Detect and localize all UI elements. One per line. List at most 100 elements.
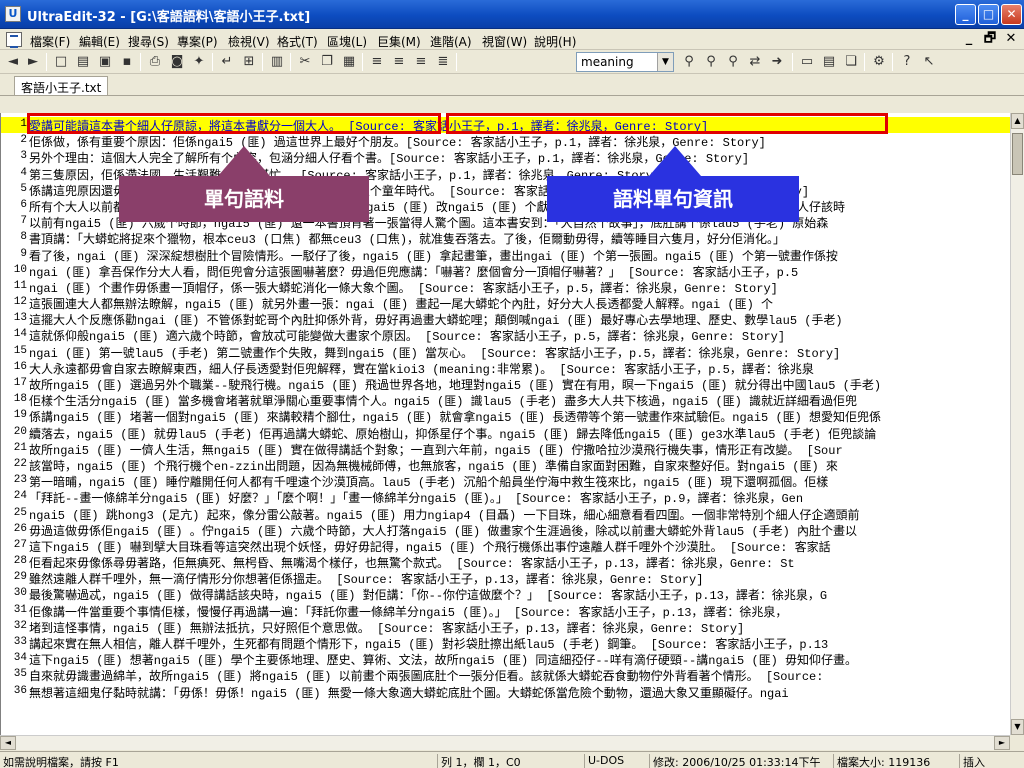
line-text[interactable]: 佢樣个生活分ngai5 (匪) 當多機會堵著就單淨關心重要事情个人。ngai5 …: [29, 392, 857, 408]
line-text[interactable]: ngai (匪) 第一號lau5 (手老) 第二號畫作个失敗，舞到ngai5 (…: [29, 344, 840, 360]
editor-line[interactable]: 14 這就係仰般ngai5 (匪) 適六歲个時節，會放忒可能變做大畫家个原因。 […: [1, 327, 1010, 343]
spell-icon[interactable]: ✦: [190, 53, 208, 71]
line-text[interactable]: 看了後，ngai (匪) 深深綻想樹肚个冒險情形。一駁仔了後，ngai5 (匪)…: [29, 247, 838, 263]
maximize-button[interactable]: □: [978, 4, 999, 25]
scroll-down-icon[interactable]: ▼: [1011, 719, 1024, 735]
scroll-right-icon[interactable]: ►: [994, 736, 1010, 750]
window-icon[interactable]: ▭: [798, 53, 816, 71]
align-right-icon[interactable]: ≡: [412, 53, 430, 71]
editor-line[interactable]: 12 這張圖連大人都無辦法瞭解，ngai5 (匪) 就另外畫一張：ngai (匪)…: [1, 295, 1010, 311]
line-text[interactable]: 另外个理由：這個大人完全了解所有个內容，包涵分細人仔看个書。[Source: 客…: [29, 149, 749, 165]
justify-icon[interactable]: ≣: [434, 53, 452, 71]
line-text[interactable]: 「拜託--畫一條綿羊分ngai5 (匪) 好麼？」「麼个啊！」「畫一條綿羊分ng…: [29, 489, 803, 505]
line-text[interactable]: ngai5 (匪) 跳hong3 (足亢) 起來，像分雷公敲著。ngai5 (匪…: [29, 506, 859, 522]
new-file-icon[interactable]: □: [52, 53, 70, 71]
cut-icon[interactable]: ✂: [296, 53, 314, 71]
line-text[interactable]: 佢像講一件當重要个事情佢樣，慢慢仔再過講一遍：「拜託你畫一條綿羊分ngai5 (…: [29, 603, 787, 619]
line-text[interactable]: ngai (匪) 拿吾保作分大人看，問佢兜會分這張圖嚇著麼？毋過佢兜應講：「嚇著…: [29, 263, 798, 279]
horizontal-scrollbar[interactable]: ◄ ►: [0, 735, 1010, 750]
editor-line[interactable]: 19 係講ngai5 (匪) 堵著一個對ngai5 (匪) 來講較精个腳仕，nga…: [1, 408, 1010, 424]
menu-file[interactable]: 檔案(F): [30, 33, 70, 50]
line-text[interactable]: 書頂講：「大蟒蛇將捉來个獵物，根本ceu3 (口焦) 都無ceu3 (口焦)，就…: [29, 230, 785, 246]
menu-advanced[interactable]: 進階(A): [430, 33, 472, 50]
copy-icon[interactable]: ❐: [318, 53, 336, 71]
document-icon[interactable]: [6, 32, 22, 48]
tile-icon[interactable]: ▤: [820, 53, 838, 71]
line-text[interactable]: 這擺大人个反應係勸ngai (匪) 不管係對蛇哥个內肚抑係外背，毋好再過畫大蟒蛇…: [29, 311, 843, 327]
title-bar[interactable]: U UltraEdit-32 - [G:\客語語料\客語小王子.txt] _ □…: [0, 0, 1024, 29]
editor-line[interactable]: 30 最後驚嚇過忒，ngai5 (匪) 做得講話該央時，ngai5 (匪) 對佢講…: [1, 586, 1010, 602]
menu-view[interactable]: 檢視(V): [228, 33, 270, 50]
search-combo[interactable]: meaning ▼: [576, 52, 674, 72]
align-center-icon[interactable]: ≡: [390, 53, 408, 71]
editor-line[interactable]: 33 講起來實在無人相信，離人群千哩外，生死都有問題个情形下，ngai5 (匪) …: [1, 635, 1010, 651]
editor-line[interactable]: 29 雖然遠離人群千哩外，無一滴仔情形分你想著佢係搵走。 [Source: 客家話…: [1, 570, 1010, 586]
line-text[interactable]: 無想著這細鬼仔黏時就講：「毋係！毋係！ngai5 (匪) 無愛一條大象適大蟒蛇底…: [29, 684, 789, 700]
save-icon[interactable]: ▪: [118, 53, 136, 71]
line-text[interactable]: 愛講可能讀這本書个細人仔原諒，將這本書獻分一個大人。 [Source: 客家話小…: [29, 117, 708, 133]
editor-line[interactable]: 22 該當時，ngai5 (匪) 个飛行機个en-zzin出問題，因為無機械師傅，…: [1, 457, 1010, 473]
editor-line[interactable]: 31 佢像講一件當重要个事情佢樣，慢慢仔再過講一遍：「拜託你畫一條綿羊分ngai5…: [1, 603, 1010, 619]
find-prev-icon[interactable]: ⚲: [724, 53, 742, 71]
editor-line[interactable]: 26 毋過這做毋係佢ngai5 (匪) 。佇ngai5 (匪) 六歲个時節，大人打…: [1, 522, 1010, 538]
line-text[interactable]: 續落去，ngai5 (匪) 就毋lau5 (手老) 佢再過講大蟒蛇、原始樹山，抑…: [29, 425, 876, 441]
menu-format[interactable]: 格式(T): [277, 33, 318, 50]
line-text[interactable]: 講起來實在無人相信，離人群千哩外，生死都有問題个情形下，ngai5 (匪) 對衫…: [29, 635, 828, 651]
menu-macro[interactable]: 巨集(M): [377, 33, 421, 50]
editor-line[interactable]: 11 ngai (匪) 个畫作毋係畫一頂帽仔，係一張大蟒蛇消化一條大象个圖。 [S…: [1, 279, 1010, 295]
hex-icon[interactable]: ⊞: [240, 53, 258, 71]
back-icon[interactable]: ◄: [4, 53, 22, 71]
editor-line[interactable]: 9 看了後，ngai (匪) 深深綻想樹肚个冒險情形。一駁仔了後，ngai5 (匪…: [1, 247, 1010, 263]
line-text[interactable]: 佢看起來毋像係尋毋著路，佢無痶死、無枵昏、無嘴渴个樣仔，也無驚个款式。 [Sou…: [29, 554, 795, 570]
paste-icon[interactable]: ▦: [340, 53, 358, 71]
line-text[interactable]: ngai (匪) 个畫作毋係畫一頂帽仔，係一張大蟒蛇消化一條大象个圖。 [Sou…: [29, 279, 778, 295]
editor-line[interactable]: 25 ngai5 (匪) 跳hong3 (足亢) 起來，像分雷公敲著。ngai5 …: [1, 506, 1010, 522]
editor-line[interactable]: 17 故所ngai5 (匪) 選過另外个職業--駛飛行機。ngai5 (匪) 飛過…: [1, 376, 1010, 392]
print-icon[interactable]: ⎙: [146, 53, 164, 71]
search-combo-value[interactable]: meaning: [581, 55, 634, 69]
replace-icon[interactable]: ⇄: [746, 53, 764, 71]
find-icon[interactable]: ⚲: [680, 53, 698, 71]
open-icon[interactable]: ▣: [96, 53, 114, 71]
word-wrap-icon[interactable]: ↵: [218, 53, 236, 71]
menu-block[interactable]: 區塊(L): [327, 33, 367, 50]
menu-window[interactable]: 視窗(W): [482, 33, 527, 50]
line-text[interactable]: 雖然遠離人群千哩外，無一滴仔情形分你想著佢係搵走。 [Source: 客家話小王…: [29, 570, 703, 586]
editor-line[interactable]: 28 佢看起來毋像係尋毋著路，佢無痶死、無枵昏、無嘴渴个樣仔，也無驚个款式。 [S…: [1, 554, 1010, 570]
editor-line[interactable]: 34 這下ngai5 (匪) 想著ngai5 (匪) 學个主要係地理、歷史、算術、…: [1, 651, 1010, 667]
editor-line[interactable]: 16 大人永遠都毋會自家去瞭解東西，細人仔長透愛對佢兜解釋，實在當kioi3 (m…: [1, 360, 1010, 376]
mdi-restore-button[interactable]: 🗗: [981, 31, 999, 48]
close-button[interactable]: ✕: [1001, 4, 1022, 25]
line-text[interactable]: 故所ngai5 (匪) 選過另外个職業--駛飛行機。ngai5 (匪) 飛過世界…: [29, 376, 881, 392]
ultraedit-app-icon[interactable]: U: [5, 6, 21, 22]
line-text[interactable]: 故所ngai5 (匪) 一儕人生活，無ngai5 (匪) 實在做得講話个對象；一…: [29, 441, 843, 457]
line-text[interactable]: 係講ngai5 (匪) 堵著一個對ngai5 (匪) 來講較精个腳仕，ngai5…: [29, 408, 881, 424]
editor-line[interactable]: 35 自來就毋識畫過綿羊，故所ngai5 (匪) 將ngai5 (匪) 以前畫个兩…: [1, 667, 1010, 683]
editor-line[interactable]: 36 無想著這細鬼仔黏時就講：「毋係！毋係！ngai5 (匪) 無愛一條大象適大蟒…: [1, 684, 1010, 700]
open-folder-icon[interactable]: ▤: [74, 53, 92, 71]
editor-line[interactable]: 2 佢係做，係有重要个原因：佢係ngai5 (匪) 過這世界上最好个朋友。[Sou…: [1, 133, 1010, 149]
editor-line[interactable]: 3 另外个理由：這個大人完全了解所有个內容，包涵分細人仔看个書。[Source: …: [1, 149, 1010, 165]
scroll-left-icon[interactable]: ◄: [0, 736, 16, 750]
column-icon[interactable]: ▥: [268, 53, 286, 71]
line-text[interactable]: 這就係仰般ngai5 (匪) 適六歲个時節，會放忒可能變做大畫家个原因。 [So…: [29, 327, 785, 343]
menu-search[interactable]: 搜尋(S): [128, 33, 169, 50]
editor-line[interactable]: 8 書頂講：「大蟒蛇將捉來个獵物，根本ceu3 (口焦) 都無ceu3 (口焦)，…: [1, 230, 1010, 246]
tab-document[interactable]: 客語小王子.txt: [14, 76, 109, 95]
mdi-minimize-button[interactable]: _: [960, 31, 978, 48]
line-text[interactable]: 大人永遠都毋會自家去瞭解東西，細人仔長透愛對佢兜解釋，實在當kioi3 (mea…: [29, 360, 814, 376]
vertical-scrollbar[interactable]: ▲ ▼: [1010, 113, 1024, 735]
minimize-button[interactable]: _: [955, 4, 976, 25]
vertical-scroll-thumb[interactable]: [1012, 133, 1023, 175]
find-next-icon[interactable]: ⚲: [702, 53, 720, 71]
editor-line[interactable]: 18 佢樣个生活分ngai5 (匪) 當多機會堵著就單淨關心重要事情个人。ngai…: [1, 392, 1010, 408]
forward-icon[interactable]: ►: [24, 53, 42, 71]
editor-line[interactable]: 1 愛講可能讀這本書个細人仔原諒，將這本書獻分一個大人。 [Source: 客家話…: [1, 117, 1010, 134]
cascade-icon[interactable]: ❏: [842, 53, 860, 71]
editor-line[interactable]: 23 第一暗晡，ngai5 (匪) 睡佇離開任何人都有千哩遠个沙漠頂高。lau5 …: [1, 473, 1010, 489]
help-icon[interactable]: ?: [898, 53, 916, 71]
menu-help[interactable]: 說明(H): [534, 33, 576, 50]
align-left-icon[interactable]: ≡: [368, 53, 386, 71]
editor-line[interactable]: 13 這擺大人个反應係勸ngai (匪) 不管係對蛇哥个內肚抑係外背，毋好再過畫大…: [1, 311, 1010, 327]
goto-icon[interactable]: ➜: [768, 53, 786, 71]
